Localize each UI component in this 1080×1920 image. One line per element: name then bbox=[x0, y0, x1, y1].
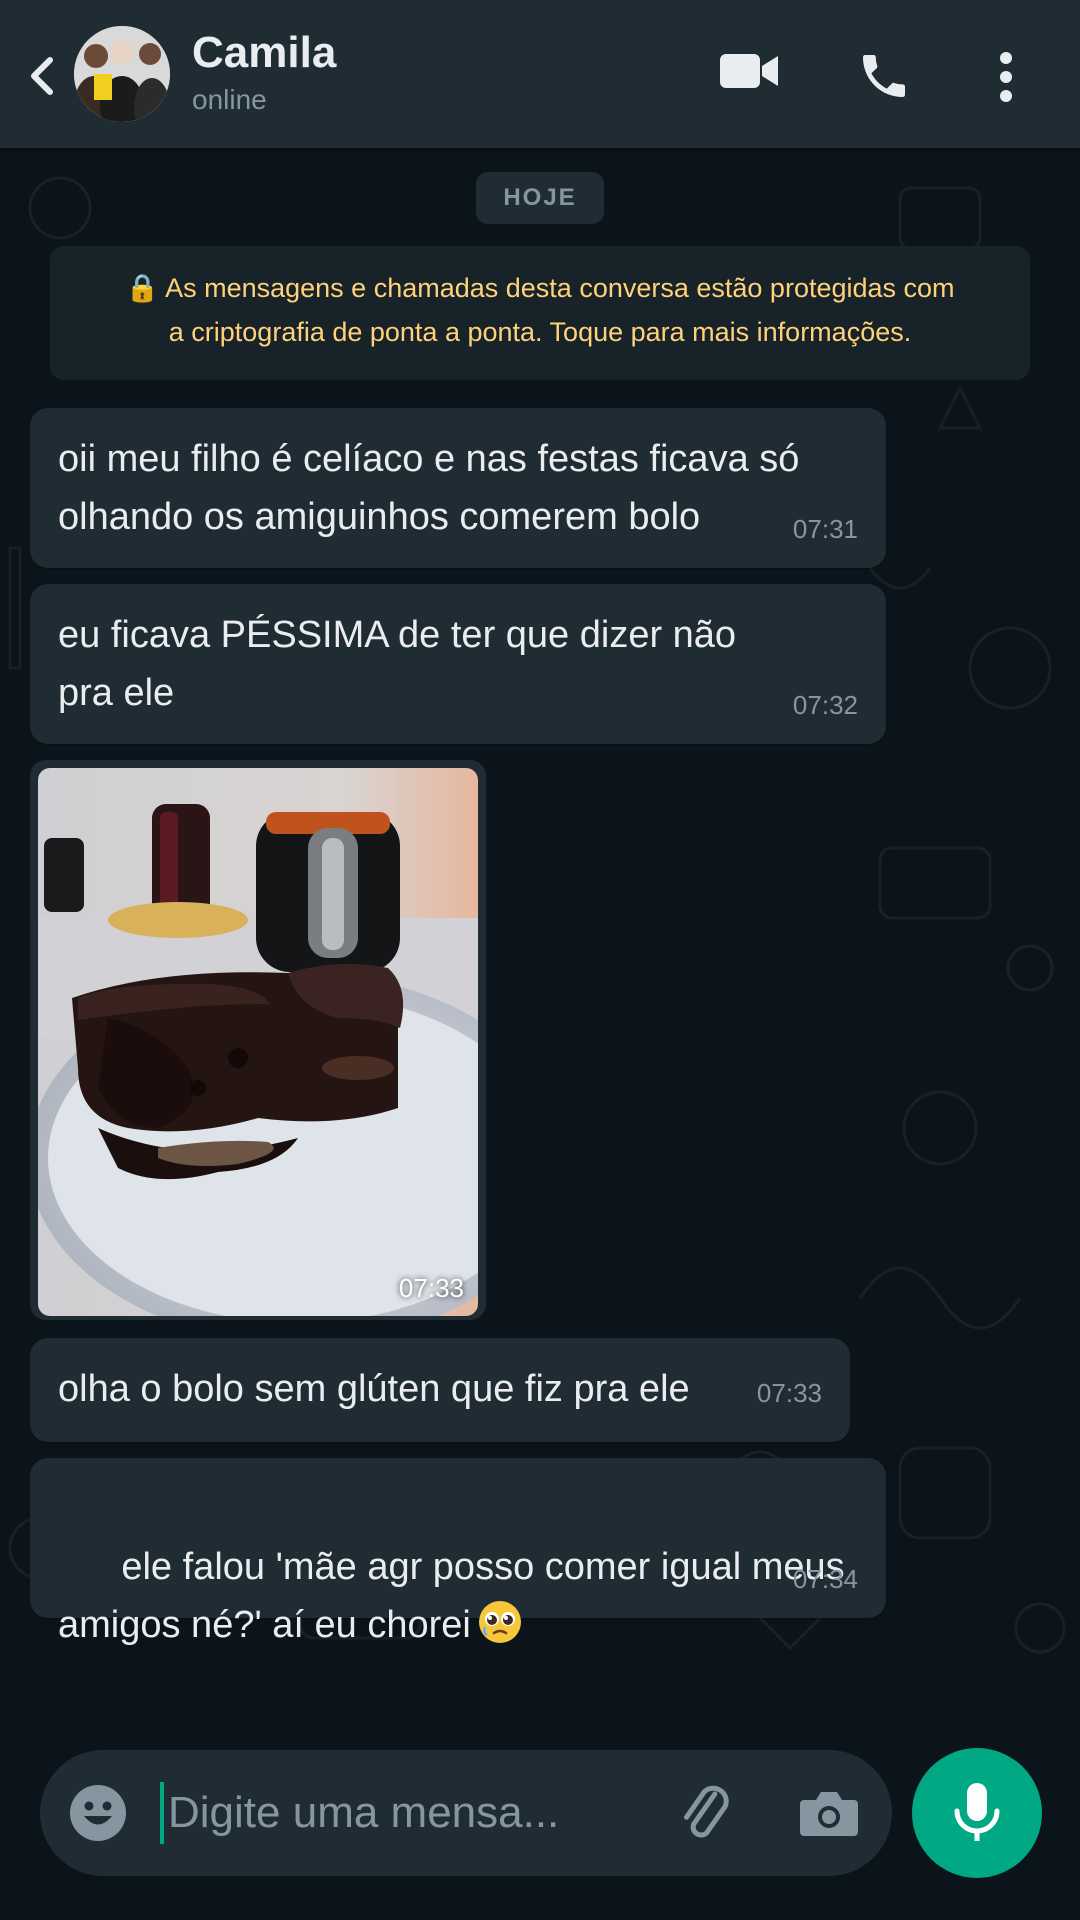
message-composer: Digite uma mensa... bbox=[0, 1700, 1080, 1920]
phone-icon[interactable] bbox=[856, 48, 912, 104]
message-text: oii meu filho é celíaco e nas festas fic… bbox=[58, 438, 800, 538]
message-time: 07:33 bbox=[756, 1378, 822, 1408]
video-camera-icon[interactable] bbox=[718, 50, 780, 92]
pleading-face-emoji bbox=[478, 1601, 521, 1643]
camera-icon[interactable] bbox=[798, 1782, 860, 1844]
message-time: 07:34 bbox=[792, 1564, 858, 1594]
message-bubble[interactable]: oii meu filho é celíaco e nas festas fic… bbox=[30, 408, 886, 568]
message-bubble[interactable]: ele falou 'mãe agr posso comer igual meu… bbox=[30, 1458, 886, 1646]
text-cursor bbox=[160, 1782, 164, 1844]
smiley-icon[interactable] bbox=[68, 1783, 128, 1843]
chevron-left-icon[interactable] bbox=[22, 48, 62, 104]
microphone-icon bbox=[954, 1783, 1000, 1841]
message-text: ele falou 'mãe agr posso comer igual meu… bbox=[58, 1480, 845, 1700]
more-vertical-icon[interactable] bbox=[992, 50, 1020, 104]
encryption-notice[interactable]: 🔒 As mensagens e chamadas desta conversa… bbox=[50, 246, 1030, 380]
microphone-button[interactable] bbox=[912, 1748, 1042, 1878]
paperclip-icon[interactable] bbox=[672, 1780, 738, 1846]
chocolate-cake-photo[interactable] bbox=[38, 768, 478, 1316]
contact-avatar[interactable] bbox=[74, 26, 170, 122]
message-input[interactable]: Digite uma mensa... bbox=[40, 1750, 892, 1876]
encryption-notice-line-1: 🔒 As mensagens e chamadas desta conversa… bbox=[125, 273, 955, 303]
message-text: eu ficava PÉSSIMA de ter que dizer não p… bbox=[58, 614, 737, 714]
chat-header: Camila online bbox=[0, 0, 1080, 148]
contact-name[interactable]: Camila bbox=[192, 28, 336, 78]
chat-area[interactable]: HOJE 🔒 As mensagens e chamadas desta con… bbox=[0, 148, 1080, 1700]
message-time: 07:31 bbox=[792, 514, 858, 544]
message-time: 07:33 bbox=[398, 1273, 464, 1303]
message-text-content: ele falou 'mãe agr posso comer igual meu… bbox=[58, 1546, 845, 1646]
contact-status: online bbox=[192, 84, 267, 115]
message-placeholder: Digite uma mensa... bbox=[168, 1788, 560, 1837]
message-text: olha o bolo sem glúten que fiz pra ele bbox=[58, 1368, 690, 1410]
image-message-bubble[interactable]: 07:33 bbox=[30, 760, 486, 1320]
message-bubble[interactable]: eu ficava PÉSSIMA de ter que dizer não p… bbox=[30, 584, 886, 744]
message-time: 07:32 bbox=[792, 690, 858, 720]
day-separator: HOJE bbox=[476, 172, 604, 224]
encryption-notice-line-2: a criptografia de ponta a ponta. Toque p… bbox=[168, 317, 912, 347]
message-bubble[interactable]: olha o bolo sem glúten que fiz pra ele 0… bbox=[30, 1338, 850, 1442]
